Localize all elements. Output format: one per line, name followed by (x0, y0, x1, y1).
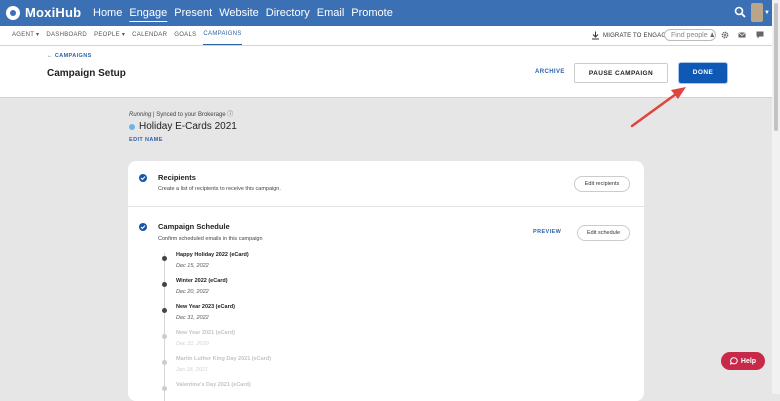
page-title: Campaign Setup (47, 68, 126, 79)
main-nav-home[interactable]: Home (93, 0, 122, 26)
scrollbar-thumb[interactable] (774, 3, 778, 131)
download-icon (592, 31, 599, 40)
campaign-schedule-description: Confirm scheduled emails in this campaig… (158, 236, 263, 242)
chat-bubble-icon (729, 357, 738, 365)
timeline-dot (162, 360, 167, 365)
status-sync: | Synced to your Brokerage ⓘ (151, 112, 234, 118)
campaign-setup-card: Recipients Create a list of recipients t… (128, 161, 644, 401)
timeline-dot (162, 386, 167, 391)
main-nav-engage[interactable]: Engage (129, 0, 167, 26)
edit-schedule-button[interactable]: Edit schedule (577, 225, 630, 241)
main-nav-directory[interactable]: Directory (266, 0, 310, 26)
schedule-item-name: Valentine's Day 2021 (eCard) (176, 382, 251, 388)
campaign-name: Holiday E-Cards 2021 (139, 121, 237, 132)
schedule-item-date: Dec 15, 2022 (176, 263, 209, 269)
preview-button[interactable]: PREVIEW (533, 229, 561, 235)
section-divider (128, 206, 644, 207)
campaign-status: Running | Synced to your Brokerage ⓘ (129, 109, 233, 118)
schedule-item-date: Dec 20, 2022 (176, 289, 209, 295)
main-nav-website[interactable]: Website (219, 0, 259, 26)
chat-icon[interactable] (756, 31, 764, 39)
recipients-description: Create a list of recipients to receive t… (158, 186, 281, 192)
find-people-placeholder: Find people (671, 32, 708, 39)
status-dot-icon (129, 123, 135, 130)
main-nav: Home Engage Present Website Directory Em… (93, 0, 400, 26)
done-button[interactable]: DONE (679, 63, 727, 83)
timeline-dot (162, 334, 167, 339)
logo-icon (6, 5, 20, 20)
check-icon (139, 223, 147, 231)
campaign-name-row: Holiday E-Cards 2021 (129, 121, 237, 132)
schedule-item-date: Dec 31, 2020 (176, 341, 209, 347)
page-header: ← CAMPAIGNS Campaign Setup ARCHIVE PAUSE… (0, 46, 772, 98)
help-button[interactable]: Help (721, 352, 765, 370)
archive-button[interactable]: ARCHIVE (535, 69, 565, 75)
migrate-to-engage-button[interactable]: MIGRATE TO ENGAGE (591, 31, 670, 40)
breadcrumb-campaigns[interactable]: ← CAMPAIGNS (47, 53, 92, 59)
status-running: Running (129, 112, 152, 118)
person-icon: ♟ (709, 33, 715, 39)
find-people-input[interactable]: Find people ♟ (664, 29, 716, 41)
sub-nav-campaigns[interactable]: CAMPAIGNS (203, 26, 242, 45)
logo-text: MoxiHub (25, 5, 82, 20)
check-icon (139, 174, 147, 182)
campaign-schedule-title: Campaign Schedule (158, 222, 230, 231)
sub-navigation-bar: AGENT ▾ DASHBOARD PEOPLE ▾ CALENDAR GOAL… (0, 26, 772, 46)
schedule-item-date: Jan 18, 2021 (176, 367, 208, 373)
sub-nav-goals[interactable]: GOALS (174, 26, 196, 45)
top-navigation-bar: MoxiHub Home Engage Present Website Dire… (0, 0, 772, 26)
schedule-item-name: New Year 2023 (eCard) (176, 304, 235, 310)
schedule-item-name: Happy Holiday 2022 (eCard) (176, 252, 249, 258)
pause-campaign-button[interactable]: PAUSE CAMPAIGN (574, 63, 668, 83)
schedule-item-name: Winter 2022 (eCard) (176, 278, 228, 284)
sub-nav: AGENT ▾ DASHBOARD PEOPLE ▾ CALENDAR GOAL… (12, 26, 249, 45)
schedule-item-date: Dec 31, 2022 (176, 315, 209, 321)
chevron-down-icon[interactable]: ▼ (764, 10, 770, 16)
edit-name-link[interactable]: EDIT NAME (129, 137, 163, 143)
main-nav-promote[interactable]: Promote (351, 0, 393, 26)
sub-nav-dashboard[interactable]: DASHBOARD (46, 26, 87, 45)
search-icon[interactable] (734, 6, 746, 18)
timeline-dot (162, 308, 167, 313)
timeline-dot (162, 282, 167, 287)
user-avatar[interactable] (751, 3, 763, 22)
timeline-dot (162, 256, 167, 261)
main-nav-present[interactable]: Present (174, 0, 212, 26)
migrate-label: MIGRATE TO ENGAGE (603, 32, 671, 39)
gear-icon[interactable] (721, 31, 729, 39)
recipients-title: Recipients (158, 173, 196, 182)
sub-nav-agent[interactable]: AGENT ▾ (12, 26, 39, 45)
timeline-line (164, 253, 165, 401)
moxihub-logo[interactable]: MoxiHub (6, 5, 81, 20)
sub-nav-people[interactable]: PEOPLE ▾ (94, 26, 125, 45)
schedule-item-name: Martin Luther King Day 2021 (eCard) (176, 356, 272, 362)
edit-recipients-button[interactable]: Edit recipients (574, 176, 630, 192)
sub-nav-calendar[interactable]: CALENDAR (132, 26, 167, 45)
main-nav-email[interactable]: Email (317, 0, 345, 26)
mail-icon[interactable] (738, 31, 746, 39)
schedule-item-name: New Year 2021 (eCard) (176, 330, 235, 336)
help-label: Help (740, 357, 757, 365)
